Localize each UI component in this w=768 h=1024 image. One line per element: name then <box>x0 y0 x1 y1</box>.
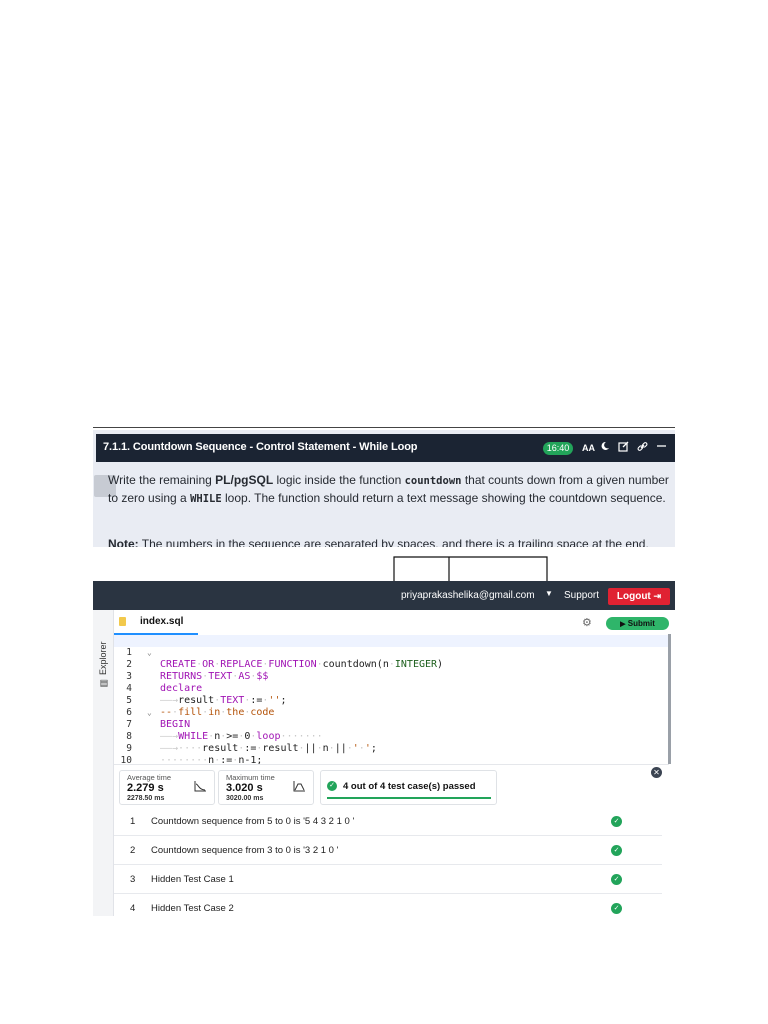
code-line[interactable]: 3 declare <box>114 659 669 694</box>
test-case-row[interactable]: 3 Hidden Test Case 1 ✓ <box>114 865 662 894</box>
file-tab[interactable]: index.sql <box>114 612 198 635</box>
explorer-icon: ▤ <box>98 678 108 688</box>
pass-progress-bar <box>327 797 491 799</box>
logout-icon: ⇥ <box>653 591 662 601</box>
chevron-down-icon[interactable]: ▼ <box>545 589 553 598</box>
check-circle-icon: ✓ <box>611 845 622 856</box>
check-circle-icon: ✓ <box>611 816 622 827</box>
user-email[interactable]: priyaprakashelika@gmail.com <box>401 590 535 601</box>
code-line[interactable]: 10 ····END·LOOP; <box>114 743 669 766</box>
problem-panel: 7.1.1. Countdown Sequence - Control Stat… <box>93 430 675 547</box>
problem-note: Note: The numbers in the sequence are se… <box>108 537 649 547</box>
ide-header: priyaprakashelika@gmail.com ▼ Support Lo… <box>93 581 675 610</box>
average-time-card: Average time 2.279 s 2278.50 ms <box>119 770 215 805</box>
play-icon: ▶ <box>620 621 626 628</box>
link-icon[interactable] <box>637 441 648 456</box>
code-editor[interactable]: 1 ⌄ CREATE·OR·REPLACE·FUNCTION·countdown(… <box>114 634 669 766</box>
check-circle-icon: ✓ <box>327 781 337 791</box>
close-icon[interactable]: ✕ <box>651 767 662 778</box>
test-case-row[interactable]: 4 Hidden Test Case 2 ✓ <box>114 894 662 922</box>
file-name: index.sql <box>140 616 184 627</box>
chart-icon <box>194 781 206 792</box>
submit-button[interactable]: ▶ Submit <box>606 617 669 630</box>
code-line[interactable]: 2 RETURNS·TEXT·AS·$$ <box>114 647 669 682</box>
code-line[interactable]: 4 ——→result·TEXT·:=·''; <box>114 671 669 706</box>
logout-button[interactable]: Logout ⇥ <box>608 588 670 605</box>
ide-body: ▤ Explorer index.sql ⚙ ▶ Submit 1 ⌄ CREAT… <box>93 610 675 917</box>
edit-icon[interactable] <box>618 441 629 456</box>
font-size-icon[interactable]: AA <box>582 441 595 455</box>
test-case-row[interactable]: 2 Countdown sequence from 3 to 0 is '3 2… <box>114 836 662 865</box>
problem-description: Write the remaining PL/pgSQL logic insid… <box>108 473 669 505</box>
editor-scrollbar[interactable] <box>668 634 671 764</box>
maximum-time-card: Maximum time 3.020 s 3020.00 ms <box>218 770 314 805</box>
check-circle-icon: ✓ <box>611 874 622 885</box>
results-panel: Average time 2.279 s 2278.50 ms Maximum … <box>114 764 669 917</box>
code-line[interactable]: 9 ········n·:=·n-1; <box>114 731 669 766</box>
file-icon <box>119 617 126 626</box>
test-case-row[interactable]: 1 Countdown sequence from 5 to 0 is '5 4… <box>114 807 662 836</box>
moon-icon[interactable] <box>600 441 610 455</box>
bracket-lines <box>393 556 548 582</box>
code-line[interactable]: 7 ——→WHILE·n·>=·0·loop······· <box>114 707 669 742</box>
pass-summary-card: ✓ 4 out of 4 test case(s) passed <box>320 770 497 805</box>
editor-tab-row: index.sql ⚙ ▶ Submit <box>114 612 675 635</box>
code-line[interactable]: 8 ——→····result·:=·result·||·n·||·'·'; <box>114 719 669 754</box>
code-line[interactable]: 6 ⌄ BEGIN <box>114 695 669 730</box>
settings-icon[interactable]: ⚙ <box>582 616 592 629</box>
timer-badge: 16:40 <box>543 442 573 455</box>
minimize-icon[interactable] <box>657 441 666 455</box>
divider-line <box>93 427 675 428</box>
explorer-sidebar[interactable]: ▤ Explorer <box>93 610 114 916</box>
code-line[interactable]: 5 --·fill·in·the·code <box>114 683 669 718</box>
support-link[interactable]: Support <box>564 590 599 601</box>
explorer-tab[interactable]: ▤ Explorer <box>94 618 112 688</box>
chart-icon <box>293 781 305 792</box>
code-line[interactable]: 1 ⌄ CREATE·OR·REPLACE·FUNCTION·countdown(… <box>114 635 669 670</box>
problem-title: 7.1.1. Countdown Sequence - Control Stat… <box>103 441 418 453</box>
problem-title-bar: 7.1.1. Countdown Sequence - Control Stat… <box>96 434 675 462</box>
check-circle-icon: ✓ <box>611 903 622 914</box>
